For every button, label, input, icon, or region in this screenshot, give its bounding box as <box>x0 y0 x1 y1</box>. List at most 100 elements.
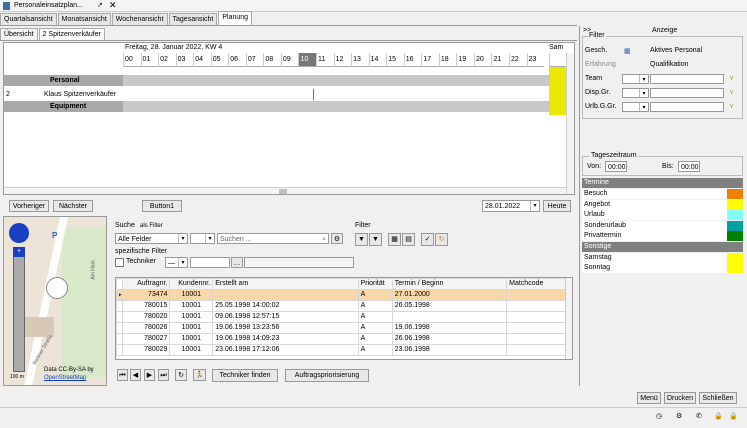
disp-select[interactable]: ▾ <box>622 88 649 98</box>
table-cell: 10001 <box>169 289 214 301</box>
legend-header: Termine <box>582 178 743 188</box>
next-button[interactable]: Nächster <box>53 200 93 212</box>
subtab-spitzenverkaeufer[interactable]: 2 Spitzenverkäufer <box>38 28 105 40</box>
lock2-icon[interactable]: 🔒 <box>729 412 738 420</box>
table-header: Auftragnr. Kundennr. Erstellt am Priorität T… <box>116 278 566 290</box>
tab-planung[interactable]: Planung <box>218 11 253 25</box>
grid-vscrollbar[interactable] <box>566 53 574 194</box>
settings-icon[interactable]: ⚙ <box>331 233 343 244</box>
disp-label: Disp.Gr. <box>585 89 611 96</box>
order-prioritization-button[interactable]: Auftragspriorisierung <box>285 369 369 382</box>
urlb-select[interactable]: ▾ <box>622 102 649 112</box>
tab-quartalsansicht[interactable]: Quartalsansicht <box>0 13 57 25</box>
table-row[interactable]: 780015 10001 25.05.1998 14:00:02 A 26.05.199… <box>116 300 566 312</box>
reload-icon[interactable]: ↻ <box>175 369 187 381</box>
filter-icon[interactable]: ▼ <box>355 233 368 246</box>
techniker-checkbox[interactable] <box>115 258 124 267</box>
team-value[interactable] <box>650 74 724 84</box>
table-row[interactable]: ▸ 73474 10001 A 27.01.2000 <box>116 289 566 301</box>
from-time-input[interactable]: 00:00 <box>605 161 627 172</box>
column-header[interactable]: Auftragnr. <box>122 278 171 290</box>
grid-hscrollbar[interactable] <box>4 187 566 194</box>
chevron-down-icon[interactable]: ▾ <box>178 258 187 267</box>
employee-row[interactable]: 2 Klaus Spitzenverkäufer <box>4 89 550 100</box>
today-button[interactable]: Heute <box>543 200 571 212</box>
check-icon[interactable]: ✓ <box>421 233 434 246</box>
print-button[interactable]: Drucken <box>664 392 696 404</box>
urlb-filter-icon[interactable]: ⋎ <box>729 102 734 110</box>
last-page-icon[interactable]: ⏭ <box>158 369 169 381</box>
calendar-view-icon[interactable]: ▤ <box>402 233 415 246</box>
field-select[interactable]: Alle Felder ▾ <box>115 233 188 244</box>
chevron-down-icon[interactable]: ▾ <box>530 201 539 211</box>
popout-icon[interactable]: ↗ <box>97 1 103 11</box>
search-icon[interactable]: ⌕ <box>322 234 326 243</box>
zoom-in-icon[interactable]: + <box>13 247 25 257</box>
active-staff-icon[interactable]: ▦ <box>624 47 631 55</box>
zoom-slider[interactable] <box>13 247 25 372</box>
table-cell: 26.05.1998 <box>391 300 508 312</box>
table-row[interactable]: 780026 10001 19.06.1998 13:23:56 A 19.06.199… <box>116 322 566 334</box>
street-label-am-hain: Am Hain <box>90 260 97 280</box>
chevron-down-icon[interactable]: ▾ <box>178 234 187 243</box>
close-icon[interactable]: ✕ <box>109 0 117 11</box>
employee-name[interactable]: Klaus Spitzenverkäufer <box>44 89 116 100</box>
hscroll-thumb[interactable] <box>279 189 287 194</box>
orders-vscrollbar[interactable] <box>565 278 572 359</box>
hour-column-08: 08 <box>263 53 281 67</box>
next-page-icon[interactable]: ▶ <box>144 369 155 381</box>
map[interactable]: Am Hain Berliner Straße P + 100 m Data C… <box>3 216 107 386</box>
group-row-personal: Personal <box>4 75 550 86</box>
date-field[interactable]: 28.01.2022 ▾ <box>482 200 540 212</box>
filter-clear-icon[interactable]: ▼ <box>369 233 382 246</box>
refresh-orange-icon[interactable]: ↻ <box>435 233 448 246</box>
map-park <box>62 227 106 377</box>
title-bar: Personaleinsatzplan... ↗ ✕ <box>0 0 747 12</box>
close-button[interactable]: Schließen <box>699 392 737 404</box>
map-marker-icon[interactable] <box>46 277 68 299</box>
find-technician-button[interactable]: Techniker finden <box>212 369 278 382</box>
subtab-uebersicht[interactable]: Übersicht <box>0 28 38 40</box>
hour-column-22: 22 <box>509 53 527 67</box>
chevron-down-icon[interactable]: ▾ <box>205 234 214 243</box>
team-filter-icon[interactable]: ⋎ <box>729 74 734 82</box>
column-header[interactable]: Priorität <box>357 278 393 290</box>
first-page-icon[interactable]: ⏮ <box>117 369 128 381</box>
previous-button[interactable]: Vorheriger <box>9 200 49 212</box>
search-input[interactable]: Suchen ... ⌕ <box>217 233 329 244</box>
table-row[interactable]: 780027 10001 19.06.1998 14:09:23 A 26.06.199… <box>116 333 566 345</box>
column-header[interactable]: Termin / Beginn <box>391 278 508 290</box>
prev-page-icon[interactable]: ◀ <box>130 369 141 381</box>
table-view-icon[interactable]: ▦ <box>388 233 401 246</box>
pan-control[interactable] <box>9 223 29 243</box>
table-cell: 09.06.1998 12:57:15 <box>212 311 359 323</box>
hour-column-14: 14 <box>368 53 387 67</box>
lock-icon[interactable]: 🔒 <box>714 412 723 420</box>
to-time-input[interactable]: 00:00 <box>678 161 700 172</box>
techniker-lookup-button[interactable]: … <box>231 257 243 268</box>
tab-tagesansicht[interactable]: Tagesansicht <box>168 13 218 25</box>
techniker-op-select[interactable]: — ▾ <box>165 257 188 268</box>
column-header[interactable]: Kundennr. <box>169 278 214 290</box>
table-row[interactable]: 780029 10001 23.06.1998 17:12:06 A 23.06.199… <box>116 344 566 356</box>
column-header[interactable]: Erstellt am <box>212 278 359 290</box>
team-select[interactable]: ▾ <box>622 74 649 84</box>
osm-link[interactable]: OpenStreetMap <box>44 375 86 381</box>
table-row[interactable]: 780020 10001 09.06.1998 12:57:15 A <box>116 311 566 323</box>
run-icon[interactable]: 🏃 <box>193 369 206 381</box>
menu-button[interactable]: Menü <box>637 392 661 404</box>
disp-value[interactable] <box>650 88 724 98</box>
disp-filter-icon[interactable]: ⋎ <box>729 88 734 96</box>
tab-wochenansicht[interactable]: Wochenansicht <box>111 13 168 25</box>
urlb-value[interactable] <box>650 102 724 112</box>
hour-column-15: 15 <box>386 53 404 67</box>
techniker-value-input[interactable] <box>190 257 230 268</box>
search-mode-select[interactable]: ▾ <box>190 233 215 244</box>
view-tabs: Quartalsansicht Monatsansicht Wochenansi… <box>0 11 577 26</box>
phone-icon[interactable]: ✆ <box>696 412 702 420</box>
button1[interactable]: Button1 <box>142 200 182 212</box>
tab-monatsansicht[interactable]: Monatsansicht <box>57 13 111 25</box>
settings-icon[interactable]: ⚙ <box>676 412 682 420</box>
gesch-label: Gesch. <box>585 47 608 54</box>
column-header[interactable]: Matchcode <box>506 278 566 290</box>
